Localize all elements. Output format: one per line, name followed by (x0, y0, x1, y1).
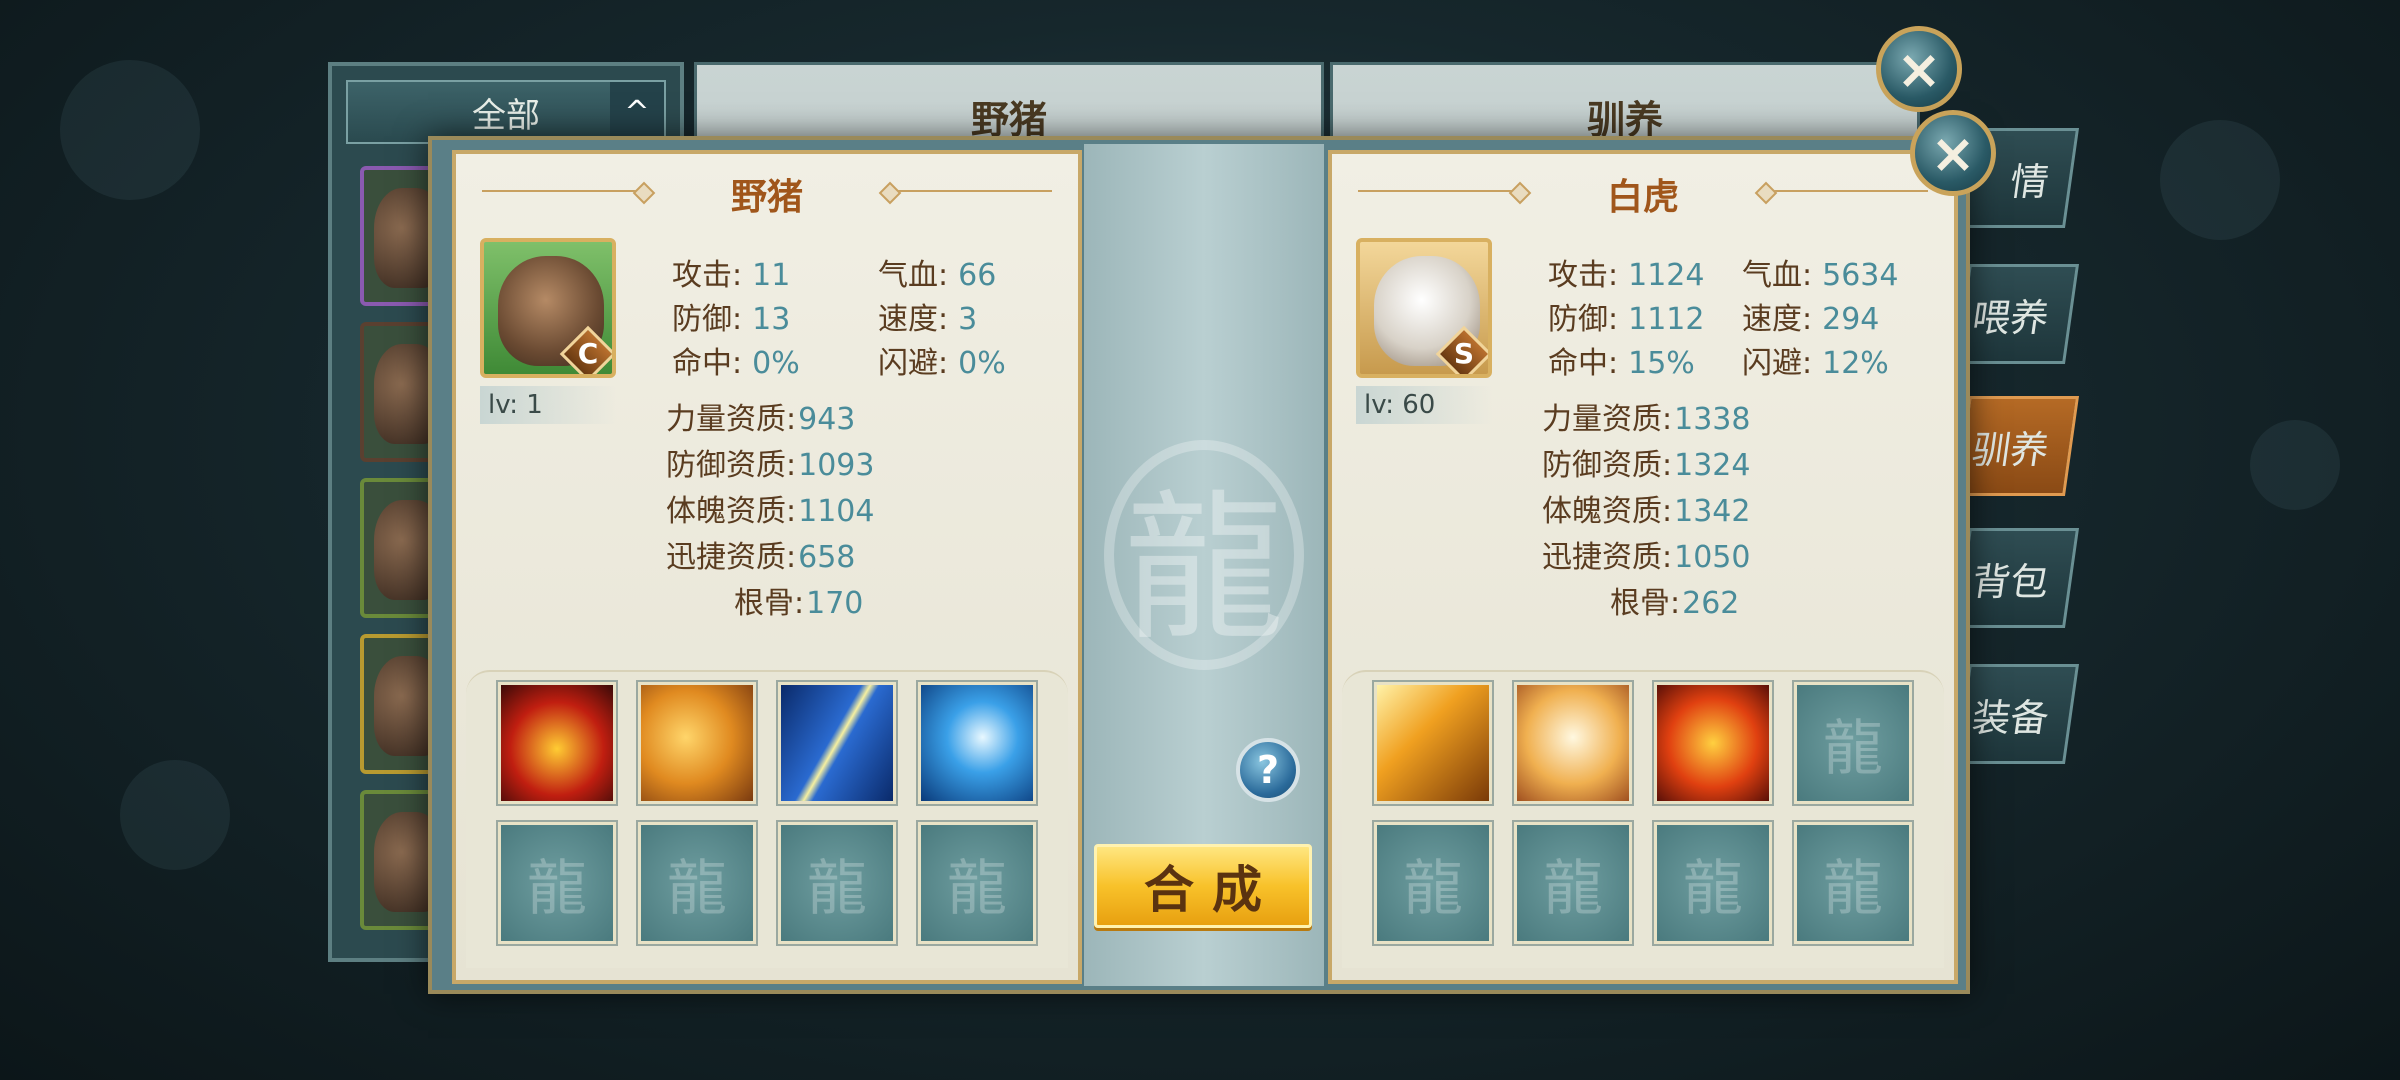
stat-speed: 速度: 3 (878, 302, 978, 337)
stat-hit: 命中: 0% (672, 346, 800, 381)
stat-defense: 防御: 1112 (1548, 302, 1705, 337)
stat-hit: 命中: 15% (1548, 346, 1695, 381)
left-pet-card: 野猪 C lv: 1 攻击: 11 气血: 66 防御: 13 速度: 3 命中: 0% … (452, 150, 1082, 984)
skills-panel: 龍 龍 龍 龍 龍 (1342, 670, 1944, 968)
empty-skill-slot[interactable]: 龍 (638, 822, 756, 944)
tab-label: 情 (2007, 159, 2052, 204)
skills-panel: 龍 龍 龍 龍 (466, 670, 1068, 968)
roaring-lion-skill-icon[interactable] (638, 682, 756, 804)
stat-speed: 速度: 294 (1742, 302, 1880, 337)
pet-level: lv: 1 (480, 386, 616, 424)
tab-train[interactable]: 驯养 (1954, 396, 2080, 496)
tab-label: 背包 (1969, 559, 2052, 604)
empty-skill-slot[interactable]: 龍 (1794, 822, 1912, 944)
tab-feed[interactable]: 喂养 (1954, 264, 2080, 364)
stat-hp: 气血: 66 (878, 258, 997, 293)
filter-label: 全部 (472, 95, 540, 136)
bokeh-light (120, 760, 230, 870)
thunder-skill-icon[interactable] (918, 682, 1036, 804)
tab-equipment[interactable]: 装备 (1954, 664, 2080, 764)
pet-level: lv: 60 (1356, 386, 1492, 424)
tab-label: 装备 (1969, 695, 2052, 740)
tab-label: 喂养 (1969, 295, 2052, 340)
pet-compose-dialog: 龍 野猪 C lv: 1 攻击: 11 气血: 66 防御: 13 速度: 3 命中: 0… (428, 136, 1970, 994)
golden-spear-skill-icon[interactable] (1374, 682, 1492, 804)
stat-hp: 气血: 5634 (1742, 258, 1899, 293)
chevron-up-icon[interactable]: ^ (610, 82, 664, 142)
aptitude-defense: 防御资质:1324 (1542, 448, 1751, 483)
stat-attack: 攻击: 11 (672, 258, 791, 293)
bokeh-light (2250, 420, 2340, 510)
stat-dodge: 闪避: 0% (878, 346, 1006, 381)
empty-skill-slot[interactable]: 龍 (498, 822, 616, 944)
boar-portrait-icon[interactable]: C (480, 238, 616, 378)
help-button[interactable]: ? (1236, 738, 1300, 802)
white-tiger-portrait-icon[interactable]: S (1356, 238, 1492, 378)
filter-dropdown[interactable]: 全部 ^ (346, 80, 666, 144)
blade-slash-skill-icon[interactable] (778, 682, 896, 804)
bokeh-light (2160, 120, 2280, 240)
background-close-button[interactable]: × (1876, 26, 1962, 112)
right-pet-card: 白虎 S lv: 60 攻击: 1124 气血: 5634 防御: 1112 速度: 2… (1328, 150, 1958, 984)
stat-defense: 防御: 13 (672, 302, 791, 337)
empty-skill-slot[interactable]: 龍 (1374, 822, 1492, 944)
aptitude-strength: 力量资质:1338 (1542, 402, 1751, 437)
aptitude-physique: 体魄资质:1342 (1542, 494, 1751, 529)
aptitude-physique: 体魄资质:1104 (666, 494, 875, 529)
aptitude-strength: 力量资质:943 (666, 402, 856, 437)
aptitude-root: 根骨:170 (734, 586, 864, 621)
pet-name: 白虎 (1606, 177, 1679, 218)
aptitude-agility: 迅捷资质:1050 (1542, 540, 1751, 575)
empty-skill-slot[interactable]: 龍 (778, 822, 896, 944)
tab-bag[interactable]: 背包 (1954, 528, 2080, 628)
empty-skill-slot[interactable]: 龍 (918, 822, 1036, 944)
dragon-emblem-icon: 龍 (1104, 440, 1304, 670)
empty-skill-slot[interactable]: 龍 (1654, 822, 1772, 944)
aptitude-root: 根骨:262 (1610, 586, 1740, 621)
flame-shield-skill-icon[interactable] (1654, 682, 1772, 804)
pet-name: 野猪 (730, 177, 803, 218)
bokeh-light (60, 60, 200, 200)
aptitude-defense: 防御资质:1093 (666, 448, 875, 483)
stat-dodge: 闪避: 12% (1742, 346, 1889, 381)
tab-label: 驯养 (1969, 427, 2052, 472)
empty-skill-slot[interactable]: 龍 (1794, 682, 1912, 804)
white-tiger-skill-icon[interactable] (1514, 682, 1632, 804)
close-dialog-button[interactable]: × (1910, 110, 1996, 196)
compose-button[interactable]: 合成 (1094, 844, 1312, 928)
stat-attack: 攻击: 1124 (1548, 258, 1705, 293)
empty-skill-slot[interactable]: 龍 (1514, 822, 1632, 944)
fire-ring-skill-icon[interactable] (498, 682, 616, 804)
aptitude-agility: 迅捷资质:658 (666, 540, 856, 575)
